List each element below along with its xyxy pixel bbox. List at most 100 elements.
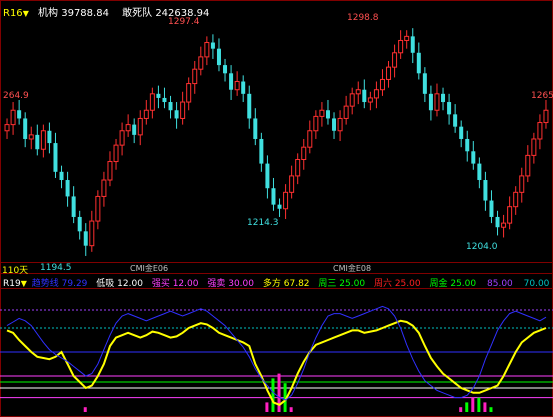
- period-label: 110天: [2, 266, 29, 276]
- candle-body-down: [422, 73, 427, 94]
- candle-body-up: [149, 93, 155, 111]
- candle-body-down: [65, 180, 70, 197]
- candle-body-down: [465, 138, 470, 152]
- signal-bar: [271, 378, 275, 412]
- candle-body-down: [156, 93, 161, 98]
- candle-body-up: [113, 144, 119, 163]
- candle-body-down: [441, 93, 446, 103]
- candle-body-down: [223, 65, 228, 74]
- legend-70: 70.00: [523, 279, 550, 289]
- candle-body-up: [319, 109, 325, 117]
- candle-body-up: [313, 115, 319, 132]
- candle-body-up: [295, 158, 301, 177]
- chevron-down-icon[interactable]: ▼: [23, 9, 29, 18]
- candle-body-up: [28, 134, 34, 140]
- candle-body-down: [471, 151, 476, 164]
- field-jigou-value: 39788.84: [61, 8, 109, 19]
- candle-body-down: [241, 81, 246, 94]
- signal-bar: [83, 407, 87, 412]
- legend-qiangmai2: 强卖 30.00: [207, 279, 254, 289]
- candle-body-up: [343, 105, 349, 119]
- candle-body-up: [531, 138, 537, 156]
- chart-frame: [0, 0, 553, 417]
- candle-body-down: [253, 118, 258, 139]
- candle-body-up: [543, 109, 549, 124]
- candle-body-down: [325, 110, 330, 119]
- candle-body-down: [332, 118, 337, 131]
- candle-body-up: [204, 42, 210, 58]
- candle-body-down: [410, 36, 415, 53]
- candle-body-down: [447, 102, 452, 115]
- signal-bar: [465, 402, 469, 412]
- candle-body-down: [47, 130, 52, 144]
- candle-body-up: [386, 66, 392, 80]
- candle-body-down: [168, 102, 173, 111]
- candle-body-up: [373, 89, 379, 99]
- signal-bar: [265, 402, 269, 412]
- candle-body-down: [271, 188, 276, 205]
- candle-body-down: [23, 118, 28, 139]
- bottom-panel-header: R19▼ 趋势线 79.29 低吸 12.00 强买 12.00 强卖 30.0…: [3, 276, 549, 289]
- series-line: [6, 305, 547, 401]
- candle-body-down: [277, 204, 282, 209]
- legend-zhousan: 周三 25.00: [318, 279, 366, 289]
- candle-body-up: [186, 83, 192, 103]
- bottom-panel-tag[interactable]: R19: [3, 279, 21, 289]
- legend-85: 85.00: [487, 279, 513, 289]
- top-panel-tag[interactable]: R16: [3, 8, 23, 19]
- candle-body-down: [265, 163, 270, 189]
- candle-body-up: [392, 52, 398, 68]
- field-gansidui-label: 敢死队: [122, 8, 153, 19]
- candle-body-down: [59, 171, 64, 181]
- candle-body-up: [404, 35, 410, 41]
- label-low2: 1204.0: [466, 242, 498, 252]
- candle-body-up: [180, 101, 186, 119]
- candle-body-down: [17, 110, 22, 119]
- marker-e06: CMI金E06: [130, 264, 169, 273]
- marker-e08: CMI金E08: [333, 264, 372, 273]
- candle-body-down: [229, 73, 234, 90]
- label-right-mid: 1265: [531, 91, 553, 101]
- legend-duofang: 多方 67.82: [262, 279, 310, 289]
- candle-body-down: [53, 143, 58, 172]
- candle-body-down: [259, 138, 264, 164]
- candle-body-down: [216, 48, 221, 66]
- candle-body-up: [234, 81, 240, 91]
- candle-body-down: [489, 200, 494, 217]
- candle-body-up: [137, 117, 143, 136]
- signal-bar: [459, 407, 463, 412]
- candle-body-down: [459, 126, 464, 139]
- candle-body-up: [107, 161, 113, 181]
- candle-body-up: [40, 130, 46, 150]
- candle-body-down: [35, 134, 40, 150]
- legend-zhouliu: 周六 25.00: [373, 279, 421, 289]
- candle-body-up: [525, 154, 531, 177]
- candle-body-up: [4, 124, 10, 132]
- field-jigou-label: 机构: [38, 8, 59, 19]
- signal-bar: [483, 402, 487, 412]
- candle-body-down: [453, 114, 458, 127]
- candle-body-down: [416, 52, 421, 74]
- candle-body-down: [362, 89, 367, 103]
- candle-body-up: [337, 117, 343, 132]
- legend-zhoujin: 周金 25.00: [429, 279, 477, 289]
- label-left-mid: 264.9: [3, 91, 29, 101]
- series-line: [6, 319, 547, 406]
- candle-body-down: [428, 93, 433, 111]
- candle-body-up: [507, 206, 513, 224]
- signal-bar: [489, 407, 493, 412]
- chart-window: R16▼ 机构 39788.84 敢死队 242638.94 R19▼ 趋势线 …: [0, 0, 553, 417]
- candle-body-up: [192, 68, 198, 85]
- candle-body-up: [301, 146, 307, 160]
- candle-body-down: [162, 97, 167, 103]
- candle-body-up: [434, 93, 440, 111]
- candle-body-down: [83, 231, 88, 246]
- candle-body-up: [101, 179, 107, 197]
- signal-bar: [471, 397, 475, 412]
- candle-body-up: [119, 130, 125, 146]
- candle-body-up: [289, 175, 295, 193]
- candle-body-up: [537, 122, 543, 140]
- chevron-down-icon[interactable]: ▼: [21, 279, 27, 288]
- candle-body-up: [355, 89, 361, 95]
- chart-canvas[interactable]: [0, 0, 553, 417]
